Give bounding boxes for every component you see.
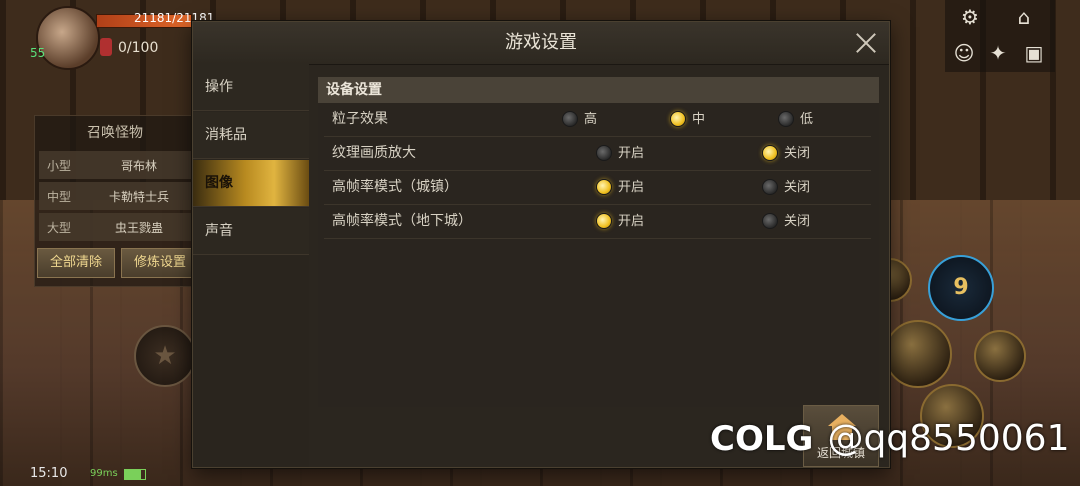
- skill-button[interactable]: [974, 330, 1026, 382]
- summon-row[interactable]: 中型 卡勒特士兵: [39, 182, 191, 210]
- summon-name: 哥布林: [120, 158, 157, 173]
- train-settings-button[interactable]: 修炼设置: [121, 248, 199, 278]
- option-medium[interactable]: 中: [670, 103, 705, 136]
- potion-icon[interactable]: [100, 38, 112, 56]
- radio-icon[interactable]: [596, 144, 612, 161]
- setting-label: 高帧率模式（城镇）: [332, 179, 458, 195]
- skill-button-awakening[interactable]: 9: [928, 255, 994, 321]
- radio-selected-icon[interactable]: [596, 178, 612, 195]
- option-label: 关闭: [784, 146, 811, 161]
- watermark-logo: COLG: [710, 419, 814, 459]
- option-label: 开启: [618, 180, 645, 195]
- summon-size: 中型: [47, 189, 72, 204]
- summon-size: 大型: [47, 220, 72, 235]
- clock: 15:10: [30, 466, 68, 481]
- summon-row[interactable]: 小型 哥布林: [39, 151, 191, 179]
- mp-text: 0/100: [118, 40, 159, 56]
- setting-high-fps-dungeon: 高帧率模式（地下城） 开启 关闭: [324, 205, 871, 239]
- settings-dialog: 游戏设置 操作 消耗品 图像 声音 设备设置 粒子效果 高 中 低 纹理画质放大…: [192, 21, 890, 468]
- close-icon[interactable]: [853, 30, 879, 56]
- radio-selected-icon[interactable]: [670, 110, 686, 127]
- gear-icon[interactable]: ⚙: [957, 4, 983, 30]
- option-label: 关闭: [784, 214, 811, 229]
- summon-row[interactable]: 大型 虫王戮蛊: [39, 213, 191, 241]
- summon-size: 小型: [47, 158, 72, 173]
- tab-sound[interactable]: 声音: [193, 208, 309, 255]
- radio-icon[interactable]: [762, 178, 778, 195]
- tab-graphics[interactable]: 图像: [193, 160, 309, 207]
- option-label: 开启: [618, 146, 645, 161]
- summon-panel: 召唤怪物 小型 哥布林 中型 卡勒特士兵 大型 虫王戮蛊 全部清除 修炼设置: [34, 115, 199, 287]
- option-off[interactable]: 关闭: [762, 137, 810, 170]
- joystick[interactable]: [134, 325, 196, 387]
- tab-controls[interactable]: 操作: [193, 64, 309, 111]
- skill-button[interactable]: [884, 320, 952, 388]
- top-right-menu: ⚙ ⌂ ☺ ✦ ▣: [945, 0, 1055, 72]
- option-off[interactable]: 关闭: [762, 205, 810, 238]
- setting-particle-effects: 粒子效果 高 中 低: [324, 103, 871, 137]
- settings-tabs: 操作 消耗品 图像 声音: [193, 64, 309, 467]
- chest-icon[interactable]: ▣: [1021, 40, 1047, 66]
- option-off[interactable]: 关闭: [762, 171, 810, 204]
- option-label: 中: [692, 112, 706, 127]
- setting-texture-upscale: 纹理画质放大 开启 关闭: [324, 137, 871, 171]
- radio-icon[interactable]: [778, 110, 794, 127]
- clear-all-button[interactable]: 全部清除: [37, 248, 115, 278]
- setting-label: 高帧率模式（地下城）: [332, 213, 472, 229]
- setting-high-fps-town: 高帧率模式（城镇） 开启 关闭: [324, 171, 871, 205]
- dialog-title: 游戏设置: [505, 32, 577, 53]
- radio-selected-icon[interactable]: [762, 144, 778, 161]
- radio-selected-icon[interactable]: [596, 212, 612, 229]
- option-label: 低: [800, 112, 814, 127]
- section-header: 设备设置: [318, 77, 879, 103]
- option-label: 高: [584, 112, 598, 127]
- ping: 99ms: [90, 468, 118, 479]
- radio-icon[interactable]: [762, 212, 778, 229]
- home-icon[interactable]: ⌂: [1011, 4, 1037, 30]
- watermark-handle: @qq8550061: [827, 418, 1070, 459]
- radio-icon[interactable]: [562, 110, 578, 127]
- player-avatar[interactable]: [36, 6, 100, 70]
- player-hud: 55 21181/21181 0/100: [0, 0, 214, 70]
- character-icon[interactable]: ☺: [951, 40, 977, 66]
- option-label: 关闭: [784, 180, 811, 195]
- summon-buttons: 全部清除 修炼设置: [37, 248, 199, 278]
- summon-name: 虫王戮蛊: [114, 220, 163, 235]
- graphics-settings: 设备设置 粒子效果 高 中 低 纹理画质放大 开启 关闭 高帧率模式（城镇） 开…: [318, 77, 879, 407]
- summon-title: 召唤怪物: [87, 125, 143, 141]
- option-label: 开启: [618, 214, 645, 229]
- battery-icon: [124, 469, 146, 480]
- tab-consumables[interactable]: 消耗品: [193, 112, 309, 159]
- option-on[interactable]: 开启: [596, 137, 644, 170]
- option-low[interactable]: 低: [778, 103, 813, 136]
- player-level: 55: [30, 46, 46, 60]
- option-high[interactable]: 高: [562, 103, 597, 136]
- summon-name: 卡勒特士兵: [108, 189, 169, 204]
- shuriken-icon[interactable]: ✦: [985, 40, 1011, 66]
- watermark: COLG @qq8550061: [710, 418, 1069, 459]
- option-on[interactable]: 开启: [596, 205, 644, 238]
- setting-label: 纹理画质放大: [332, 145, 416, 161]
- dialog-header: 游戏设置: [193, 22, 889, 65]
- option-on[interactable]: 开启: [596, 171, 644, 204]
- setting-label: 粒子效果: [332, 111, 388, 127]
